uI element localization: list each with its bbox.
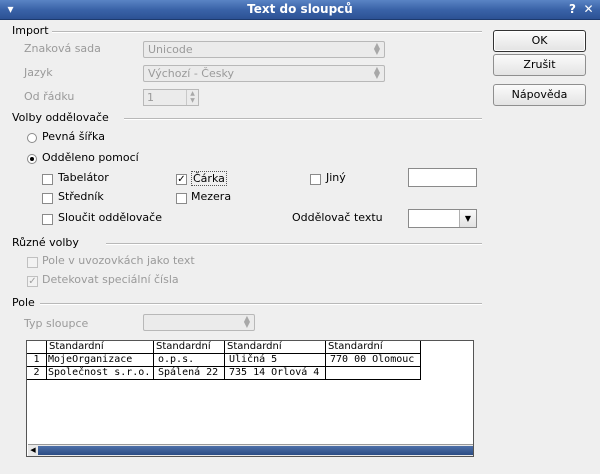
separator-options-separator bbox=[124, 118, 482, 120]
column-type-combo[interactable]: ▲ ▼ bbox=[143, 314, 255, 331]
table-cell: Společnost s.r.o. bbox=[47, 367, 154, 380]
checkmark-icon: ✓ bbox=[177, 174, 186, 185]
table-cell: 770 00 Olomouc bbox=[326, 354, 421, 367]
checkmark-icon: ✓ bbox=[28, 276, 37, 287]
horizontal-scrollbar[interactable]: ◀ ▶ bbox=[28, 444, 473, 456]
import-section-title: Import bbox=[12, 24, 49, 37]
separated-by-radio[interactable] bbox=[27, 154, 37, 164]
from-row-label: Od řádku bbox=[24, 90, 75, 103]
text-delimiter-dropdown[interactable]: ▼ bbox=[408, 209, 477, 228]
detect-special-numbers-checkbox[interactable]: ✓ bbox=[27, 276, 38, 287]
detect-special-numbers-label: Detekovat speciální čísla bbox=[42, 273, 179, 286]
table-cell: o.p.s. bbox=[154, 354, 225, 367]
comma-label: Čárka bbox=[191, 171, 227, 186]
from-row-spinner[interactable]: 1 ▲ ▼ bbox=[143, 89, 199, 106]
preview-grid[interactable]: Standardní Standardní Standardní Standar… bbox=[26, 340, 474, 457]
tab-checkbox[interactable] bbox=[42, 174, 53, 185]
quoted-as-text-checkbox[interactable] bbox=[27, 257, 38, 268]
language-combo[interactable]: Výchozí - Česky ▲ ▼ bbox=[143, 65, 385, 82]
chevron-down-icon[interactable]: ▼ bbox=[459, 210, 476, 227]
tab-label: Tabelátor bbox=[58, 171, 109, 184]
column-header[interactable]: Standardní bbox=[225, 341, 326, 354]
merge-delimiters-label: Sloučit oddělovače bbox=[58, 211, 162, 224]
help-icon[interactable]: ? bbox=[566, 3, 579, 16]
column-header[interactable]: Standardní bbox=[326, 341, 421, 354]
table-cell: 735 14 Orlová 4 bbox=[225, 367, 326, 380]
table-cell: Uličná 5 bbox=[225, 354, 326, 367]
row-number: 2 bbox=[27, 367, 47, 380]
fixed-width-radio[interactable] bbox=[27, 133, 37, 143]
row-number: 1 bbox=[27, 354, 47, 367]
semicolon-label: Středník bbox=[58, 190, 104, 203]
other-checkbox[interactable] bbox=[310, 174, 321, 185]
column-type-label: Typ sloupce bbox=[24, 317, 89, 330]
other-options-section-title: Různé volby bbox=[12, 236, 79, 249]
fixed-width-label: Pevná šířka bbox=[42, 130, 105, 143]
comma-checkbox[interactable]: ✓ bbox=[176, 174, 187, 185]
language-label: Jazyk bbox=[24, 66, 53, 79]
separator-section-title: Volby oddělovače bbox=[12, 111, 109, 124]
quoted-as-text-label: Pole v uvozovkách jako text bbox=[42, 254, 195, 267]
import-separator bbox=[52, 31, 482, 33]
separated-by-label: Odděleno pomocí bbox=[42, 151, 139, 164]
semicolon-checkbox[interactable] bbox=[42, 193, 53, 204]
horizontal-scroll-thumb[interactable] bbox=[38, 446, 473, 455]
table-cell: Spálená 22 bbox=[154, 367, 225, 380]
close-icon[interactable]: ✕ bbox=[582, 3, 595, 16]
spin-arrows-icon[interactable]: ▲ ▼ bbox=[186, 90, 198, 105]
column-header[interactable]: Standardní bbox=[154, 341, 225, 354]
fields-separator bbox=[40, 303, 482, 305]
spin-arrows-icon: ▲ ▼ bbox=[243, 314, 250, 329]
column-header[interactable]: Standardní bbox=[47, 341, 154, 354]
charset-combo[interactable]: Unicode ▲ ▼ bbox=[143, 41, 385, 58]
other-options-separator bbox=[106, 243, 482, 245]
help-button[interactable]: Nápověda bbox=[493, 84, 586, 106]
fields-section-title: Pole bbox=[12, 296, 35, 309]
cancel-button[interactable]: Zrušit bbox=[493, 54, 586, 76]
merge-delimiters-checkbox[interactable] bbox=[42, 214, 53, 225]
other-label: Jiný bbox=[326, 171, 346, 184]
scroll-left-icon[interactable]: ◀ bbox=[28, 445, 38, 456]
spin-arrows-icon: ▲ ▼ bbox=[373, 65, 380, 80]
title-bar: ▾ Text do sloupců ? ✕ bbox=[0, 0, 600, 20]
text-delimiter-label: Oddělovač textu bbox=[292, 211, 383, 224]
other-separator-input[interactable] bbox=[408, 168, 477, 187]
charset-label: Znaková sada bbox=[24, 42, 101, 55]
table-cell bbox=[326, 367, 421, 380]
spin-arrows-icon: ▲ ▼ bbox=[373, 41, 380, 56]
space-label: Mezera bbox=[191, 190, 232, 203]
ok-button[interactable]: OK bbox=[493, 30, 586, 52]
table-cell: MojeOrganizace bbox=[47, 354, 154, 367]
corner-cell bbox=[27, 341, 47, 354]
window-title: Text do sloupců bbox=[247, 2, 353, 16]
space-checkbox[interactable] bbox=[176, 193, 187, 204]
